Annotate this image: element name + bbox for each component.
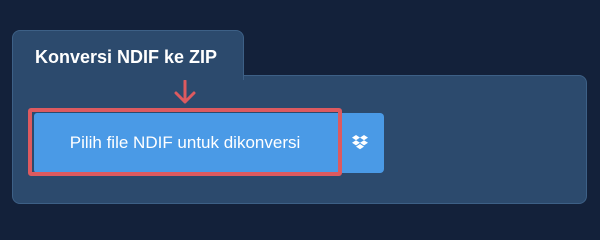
tab-join (13, 74, 243, 78)
arrow-down-icon (174, 80, 196, 104)
dropbox-icon (352, 135, 368, 150)
dropbox-button[interactable] (336, 113, 384, 173)
tab-converter: Konversi NDIF ke ZIP (12, 30, 244, 80)
tab-title: Konversi NDIF ke ZIP (35, 47, 218, 67)
select-file-button[interactable]: Pilih file NDIF untuk dikonversi (34, 113, 336, 173)
upload-button-group: Pilih file NDIF untuk dikonversi (34, 113, 384, 173)
